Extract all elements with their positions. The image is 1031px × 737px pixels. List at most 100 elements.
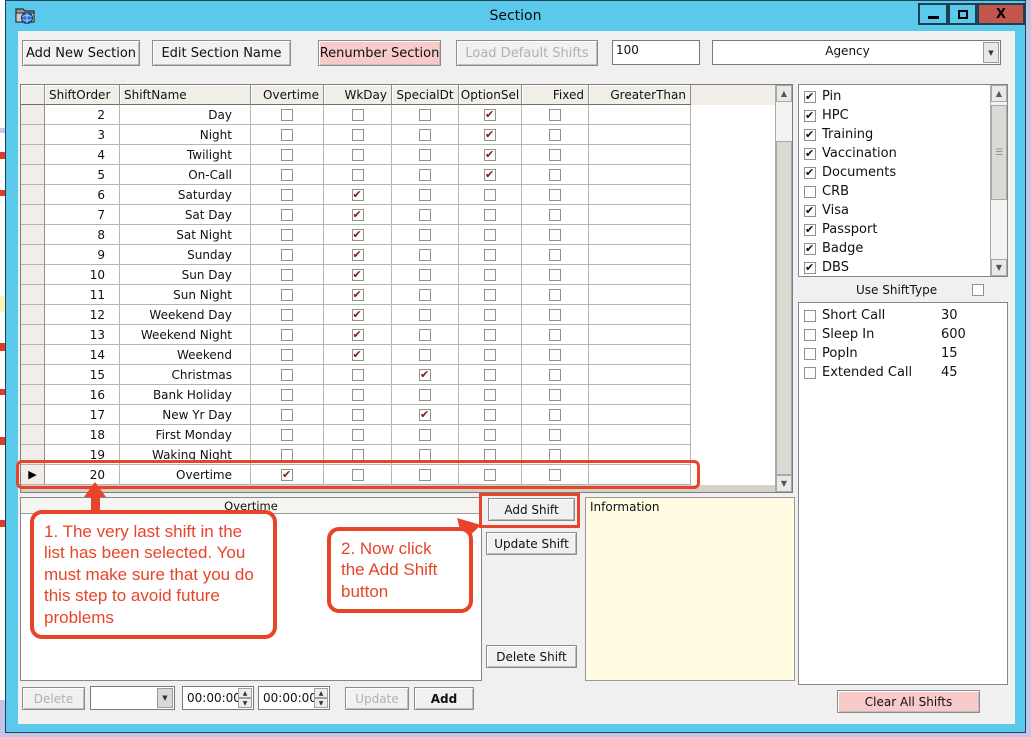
row-selector[interactable]: [21, 225, 45, 245]
edit-section-name-button[interactable]: Edit Section Name: [152, 40, 291, 66]
checkbox[interactable]: [352, 329, 364, 341]
checkbox[interactable]: [804, 224, 816, 236]
checkbox[interactable]: [281, 309, 293, 321]
checkbox[interactable]: [419, 109, 431, 121]
checkbox[interactable]: [484, 169, 496, 181]
clear-all-shifts-button[interactable]: Clear All Shifts: [837, 690, 980, 713]
checkbox[interactable]: [484, 229, 496, 241]
requirement-item[interactable]: Pin: [799, 87, 1007, 106]
checkbox[interactable]: [419, 369, 431, 381]
update-shift-button[interactable]: Update Shift: [486, 532, 577, 555]
checkbox[interactable]: [804, 205, 816, 217]
minimize-button[interactable]: [918, 3, 948, 25]
checkbox[interactable]: [352, 209, 364, 221]
checkbox[interactable]: [352, 429, 364, 441]
row-selector[interactable]: [21, 205, 45, 225]
requirement-item[interactable]: Badge: [799, 239, 1007, 258]
dropdown-arrow-icon[interactable]: ▼: [983, 42, 999, 63]
row-selector[interactable]: [21, 185, 45, 205]
row-selector[interactable]: [21, 385, 45, 405]
table-row[interactable]: 16Bank Holiday: [21, 385, 792, 405]
requirement-item[interactable]: Visa: [799, 201, 1007, 220]
close-button[interactable]: X: [977, 3, 1025, 25]
checkbox[interactable]: [281, 269, 293, 281]
column-header[interactable]: Fixed: [522, 85, 589, 105]
checkbox[interactable]: [352, 389, 364, 401]
scroll-up-icon[interactable]: ▲: [776, 85, 792, 102]
row-selector[interactable]: [21, 105, 45, 125]
checkbox[interactable]: [549, 129, 561, 141]
checkbox[interactable]: [419, 249, 431, 261]
checkbox[interactable]: [484, 449, 496, 461]
row-selector[interactable]: [21, 285, 45, 305]
time-to-spinner[interactable]: 00:00:00 ▲ ▼: [258, 686, 330, 710]
checkbox[interactable]: [352, 249, 364, 261]
requirement-item[interactable]: Vaccination: [799, 144, 1007, 163]
row-selector[interactable]: [21, 365, 45, 385]
checkbox[interactable]: [352, 169, 364, 181]
grid-scrollbar[interactable]: ▲ ▼: [775, 85, 792, 492]
checkbox[interactable]: [549, 309, 561, 321]
column-header[interactable]: ShiftName: [120, 85, 251, 105]
checkbox[interactable]: [419, 429, 431, 441]
checkbox[interactable]: [484, 349, 496, 361]
checkbox[interactable]: [549, 189, 561, 201]
checkbox[interactable]: [484, 129, 496, 141]
checkbox[interactable]: [484, 429, 496, 441]
table-row[interactable]: 9Sunday: [21, 245, 792, 265]
delete-shift-button[interactable]: Delete Shift: [486, 645, 577, 668]
row-selector[interactable]: [21, 405, 45, 425]
row-selector[interactable]: [21, 165, 45, 185]
checkbox[interactable]: [549, 369, 561, 381]
checkbox[interactable]: [352, 109, 364, 121]
checkbox[interactable]: [419, 209, 431, 221]
checkbox[interactable]: [281, 189, 293, 201]
checkbox[interactable]: [281, 289, 293, 301]
shift-type-item[interactable]: Extended Call45: [799, 363, 1007, 382]
checkbox[interactable]: [419, 169, 431, 181]
checkbox[interactable]: [419, 309, 431, 321]
column-header[interactable]: GreaterThan: [589, 85, 691, 105]
checkbox[interactable]: [804, 129, 816, 141]
row-selector[interactable]: [21, 325, 45, 345]
checkbox[interactable]: [352, 149, 364, 161]
spinner-up-icon[interactable]: ▲: [238, 688, 252, 698]
checkbox[interactable]: [419, 349, 431, 361]
row-selector[interactable]: [21, 245, 45, 265]
checkbox[interactable]: [804, 262, 816, 274]
section-code-input[interactable]: 100: [612, 40, 700, 65]
table-row[interactable]: 14Weekend: [21, 345, 792, 365]
row-selector[interactable]: [21, 145, 45, 165]
scroll-down-icon[interactable]: ▼: [776, 475, 792, 492]
checkbox[interactable]: [352, 409, 364, 421]
checkbox[interactable]: [484, 209, 496, 221]
table-row[interactable]: 12Weekend Day: [21, 305, 792, 325]
checkbox[interactable]: [549, 269, 561, 281]
shift-type-item[interactable]: PopIn15: [799, 344, 1007, 363]
checkbox[interactable]: [281, 369, 293, 381]
requirement-item[interactable]: CRB: [799, 182, 1007, 201]
checkbox[interactable]: [804, 243, 816, 255]
checkbox[interactable]: [804, 91, 816, 103]
table-row[interactable]: 5On-Call: [21, 165, 792, 185]
table-row[interactable]: 6Saturday: [21, 185, 792, 205]
checkbox[interactable]: [352, 309, 364, 321]
requirement-item[interactable]: Passport: [799, 220, 1007, 239]
checkbox[interactable]: [484, 289, 496, 301]
checkbox[interactable]: [419, 289, 431, 301]
checkbox[interactable]: [419, 229, 431, 241]
column-header[interactable]: ShiftOrder: [45, 85, 120, 105]
checkbox[interactable]: [484, 409, 496, 421]
checkbox[interactable]: [804, 110, 816, 122]
checkbox[interactable]: [281, 409, 293, 421]
checkbox[interactable]: [281, 349, 293, 361]
checkbox[interactable]: [352, 289, 364, 301]
checkbox[interactable]: [352, 449, 364, 461]
checkbox[interactable]: [419, 129, 431, 141]
checkbox[interactable]: [549, 329, 561, 341]
checkbox[interactable]: [281, 249, 293, 261]
checkbox[interactable]: [281, 429, 293, 441]
checkbox[interactable]: [804, 186, 816, 198]
table-row[interactable]: 13Weekend Night: [21, 325, 792, 345]
table-row[interactable]: 18First Monday: [21, 425, 792, 445]
